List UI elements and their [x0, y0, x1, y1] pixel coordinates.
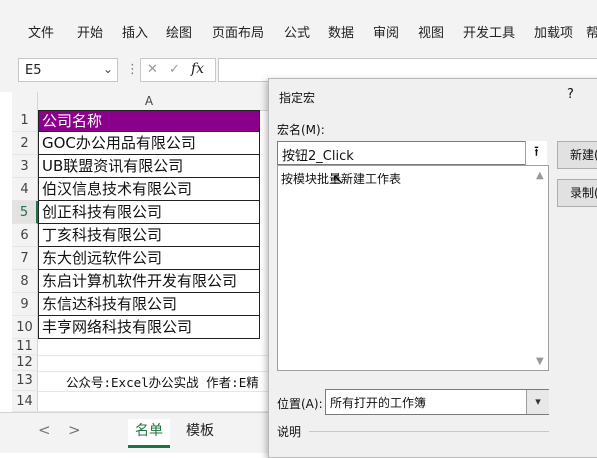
- macro-name-value: 按钮2_Click: [282, 149, 354, 164]
- chevron-down-icon[interactable]: ⌄: [103, 62, 113, 76]
- table-cell[interactable]: 东启计算机软件开发有限公司: [38, 269, 260, 293]
- row-header[interactable]: 10: [12, 316, 38, 339]
- tab-review[interactable]: 审阅: [373, 22, 399, 41]
- name-box-value: E5: [25, 63, 42, 78]
- mouse-cursor-icon: ↖: [332, 170, 345, 188]
- table-cell[interactable]: 东大创远软件公司: [38, 246, 260, 270]
- row-header[interactable]: 2: [12, 132, 38, 155]
- location-label: 位置(A):: [277, 397, 323, 411]
- row-header[interactable]: 8: [12, 270, 38, 293]
- record-button[interactable]: 录制(R): [557, 179, 597, 207]
- tab-help[interactable]: 帮: [586, 22, 597, 41]
- table-cell[interactable]: 丰亨网络科技有限公司: [38, 315, 260, 339]
- row-header[interactable]: 14: [12, 391, 38, 412]
- tab-formulas[interactable]: 公式: [284, 22, 310, 41]
- row-header[interactable]: 12: [12, 355, 38, 371]
- sheet-tab-active[interactable]: 名单: [128, 419, 170, 448]
- table-cell[interactable]: UB联盟资讯有限公司: [38, 154, 260, 178]
- next-sheet-icon[interactable]: >: [68, 421, 81, 439]
- tab-addins[interactable]: 加载项: [534, 22, 573, 41]
- table-cell[interactable]: GOC办公用品有限公司: [38, 131, 260, 155]
- tab-page-layout[interactable]: 页面布局: [212, 22, 264, 41]
- collapse-dialog-icon[interactable]: ⭱: [525, 141, 547, 165]
- table-cell[interactable]: 丁亥科技有限公司: [38, 223, 260, 247]
- footer-credit-text: 公众号:Excel办公实战 作者:E精: [66, 375, 259, 390]
- cell-a1[interactable]: 公司名称: [38, 110, 260, 132]
- macro-list[interactable]: 按模块批量新建工作表 ↖ ▲ ▼: [277, 165, 549, 371]
- macro-name-input[interactable]: 按钮2_Click: [277, 141, 547, 165]
- tab-insert[interactable]: 插入: [122, 22, 148, 41]
- enter-icon[interactable]: ✓: [169, 62, 180, 77]
- macro-name-label: 宏名(M):: [277, 123, 325, 137]
- table-cell[interactable]: 东信达科技有限公司: [38, 292, 260, 316]
- description-divider: [309, 431, 549, 432]
- formula-buttons: ✕ ✓ fx: [140, 58, 216, 82]
- row-header[interactable]: 1: [12, 110, 38, 132]
- ribbon-tab-bar: 文件 开始 插入 绘图 页面布局 公式 数据 审阅 视图 开发工具 加载项 帮: [0, 0, 597, 49]
- prev-sheet-icon[interactable]: <: [38, 421, 51, 439]
- tab-data[interactable]: 数据: [328, 22, 354, 41]
- tab-home[interactable]: 开始: [77, 22, 103, 41]
- row-header[interactable]: 11: [12, 339, 38, 355]
- row-header[interactable]: 7: [12, 247, 38, 270]
- tab-developer[interactable]: 开发工具: [463, 22, 515, 41]
- dialog-title: 指定宏: [279, 91, 316, 105]
- help-button[interactable]: ?: [567, 87, 574, 102]
- worksheet-grid[interactable]: A 1 2 3 4 5 6 7 8 9 10 11 12 13 14 公司名称 …: [0, 92, 270, 412]
- location-select[interactable]: 所有打开的工作簿 ▾: [325, 389, 549, 415]
- tab-draw[interactable]: 绘图: [166, 22, 192, 41]
- tab-view[interactable]: 视图: [418, 22, 444, 41]
- insert-function-icon[interactable]: fx: [191, 61, 204, 77]
- row-header[interactable]: 6: [12, 224, 38, 247]
- row-header-selected[interactable]: 5: [12, 201, 38, 224]
- sheet-tab[interactable]: 模板: [178, 419, 222, 445]
- chevron-down-icon[interactable]: ▾: [526, 390, 549, 414]
- select-all-corner[interactable]: [12, 92, 38, 110]
- name-box[interactable]: E5 ⌄: [18, 58, 118, 82]
- column-header-a[interactable]: A: [38, 92, 260, 110]
- scroll-up-icon[interactable]: ▲: [536, 170, 544, 181]
- row-header[interactable]: 3: [12, 155, 38, 178]
- formula-bar-separator: ⋮: [126, 62, 139, 77]
- tab-file[interactable]: 文件: [28, 22, 54, 41]
- row-header[interactable]: 4: [12, 178, 38, 201]
- gridline: [38, 391, 270, 392]
- table-cell[interactable]: 伯汉信息技术有限公司: [38, 177, 260, 201]
- new-button[interactable]: 新建(N): [557, 141, 597, 169]
- gridline: [38, 355, 270, 356]
- description-label: 说明: [277, 425, 302, 439]
- assign-macro-dialog: 指定宏 ? 宏名(M): 按钮2_Click ⭱ 按模块批量新建工作表 ↖ ▲ …: [268, 78, 597, 458]
- row-header[interactable]: 9: [12, 293, 38, 316]
- sheet-tab-bar: < > 名单 模板: [0, 412, 270, 453]
- cancel-icon[interactable]: ✕: [147, 62, 158, 77]
- table-cell[interactable]: 创正科技有限公司: [38, 200, 260, 224]
- scroll-down-icon[interactable]: ▼: [536, 356, 544, 367]
- location-value: 所有打开的工作簿: [330, 396, 427, 410]
- row-header[interactable]: 13: [12, 371, 38, 391]
